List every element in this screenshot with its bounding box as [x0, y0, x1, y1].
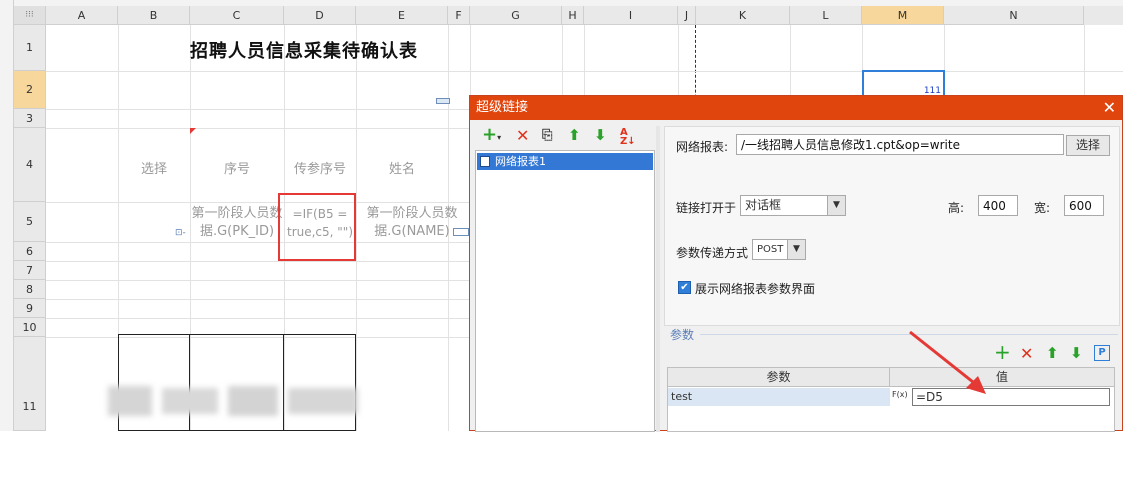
show-params-label[interactable]: 展示网络报表参数界面: [695, 280, 815, 297]
col-header-f[interactable]: F: [448, 6, 470, 25]
col-header-b[interactable]: B: [118, 6, 190, 25]
row-header-7[interactable]: 7: [14, 261, 46, 280]
cell-widget-icon: [436, 98, 450, 104]
row-header-6[interactable]: 6: [14, 242, 46, 261]
param-header-name[interactable]: 参数: [668, 368, 890, 387]
height-label: 高:: [948, 201, 965, 215]
header-select[interactable]: 选择: [118, 158, 190, 177]
open-in-select[interactable]: 对话框 ▼: [740, 195, 846, 216]
param-down-icon[interactable]: ⬇: [1070, 344, 1083, 362]
formula-highlight-box: [278, 193, 356, 261]
row-header-4[interactable]: 4: [14, 128, 46, 202]
link-list: 网络报表1: [475, 150, 655, 432]
row-header-3[interactable]: 3: [14, 109, 46, 128]
cell-e5-widget-icon: [453, 228, 469, 236]
link-list-item[interactable]: 网络报表1: [477, 153, 653, 170]
move-down-icon[interactable]: ⬇: [594, 126, 607, 144]
choose-button[interactable]: 选择: [1066, 135, 1110, 156]
cell-b5-widget-icon: ⊡-: [175, 228, 186, 238]
row-header-2[interactable]: 2: [14, 71, 46, 109]
row-header-10[interactable]: 10: [14, 318, 46, 337]
chevron-down-icon[interactable]: ▼: [827, 196, 845, 215]
delete-param-icon[interactable]: ✕: [1020, 344, 1033, 363]
cell-e5[interactable]: 第一阶段人员数据.G(NAME): [356, 205, 468, 241]
method-label: 参数传递方式: [676, 246, 749, 260]
blurred-content: [108, 382, 360, 418]
row-header-1[interactable]: 1: [14, 25, 46, 71]
dialog-title: 超级链接: [476, 100, 529, 115]
method-value: POST: [757, 244, 784, 255]
col-header-i[interactable]: I: [584, 6, 678, 25]
row-header-5[interactable]: 5: [14, 202, 46, 242]
chevron-down-icon[interactable]: ▼: [787, 240, 805, 259]
open-in-label: 链接打开于: [676, 201, 737, 215]
hyperlink-dialog: 超级链接 ✕ +▾ ✕ ⎘ ⬆ ⬇ A Z↓ 网络报表1 网络报表: /一线招聘人…: [469, 95, 1123, 432]
sheet-corner[interactable]: ⁝⁝⁝: [14, 6, 46, 25]
col-header-h[interactable]: H: [562, 6, 584, 25]
cell-c5[interactable]: 第一阶段人员数据.G(PK_ID): [188, 205, 286, 241]
col-header-c[interactable]: C: [190, 6, 284, 25]
left-edge-panel: [0, 0, 14, 431]
report-path-input[interactable]: /一线招聘人员信息修改1.cpt&op=write: [736, 134, 1064, 155]
method-select[interactable]: POST ▼: [752, 239, 806, 260]
col-header-n[interactable]: N: [944, 6, 1084, 25]
cell-m2[interactable]: 111: [862, 70, 945, 98]
col-header-l[interactable]: L: [790, 6, 862, 25]
delete-icon[interactable]: ✕: [516, 126, 529, 145]
param-name-cell[interactable]: test: [668, 388, 890, 406]
col-header-j[interactable]: J: [678, 6, 696, 25]
add-icon[interactable]: +▾: [482, 124, 501, 145]
move-up-icon[interactable]: ⬆: [568, 126, 581, 144]
width-label: 宽:: [1034, 201, 1051, 215]
row-header-11[interactable]: 11: [14, 337, 46, 431]
col-header-g[interactable]: G: [470, 6, 562, 25]
width-input[interactable]: 600: [1064, 195, 1104, 216]
link-list-item-label: 网络报表1: [495, 155, 546, 168]
header-seq[interactable]: 序号: [190, 158, 284, 177]
params-section-title: 参数: [670, 328, 695, 342]
cell-corner-marker: [190, 128, 196, 134]
height-input[interactable]: 400: [978, 195, 1018, 216]
top-strip: [14, 0, 1123, 6]
close-icon[interactable]: ✕: [1103, 96, 1116, 120]
col-header-a[interactable]: A: [46, 6, 118, 25]
sheet-scrollbar[interactable]: [1084, 6, 1123, 25]
dialog-title-bar[interactable]: 超级链接 ✕: [470, 96, 1122, 120]
col-header-e[interactable]: E: [356, 6, 448, 25]
row-header-8[interactable]: 8: [14, 280, 46, 299]
show-params-checkbox[interactable]: ✔: [678, 281, 691, 294]
copy-icon[interactable]: ⎘: [542, 128, 552, 143]
annotation-arrow: [909, 330, 986, 394]
header-name[interactable]: 姓名: [356, 158, 448, 177]
col-header-m[interactable]: M: [862, 6, 944, 25]
sort-icon[interactable]: A Z↓: [620, 128, 636, 147]
report-icon: [480, 156, 490, 167]
panel-divider[interactable]: [656, 126, 660, 432]
open-in-value: 对话框: [745, 198, 782, 212]
row-header-9[interactable]: 9: [14, 299, 46, 318]
header-param-seq[interactable]: 传参序号: [284, 158, 356, 177]
col-header-k[interactable]: K: [696, 6, 790, 25]
report-label: 网络报表:: [676, 140, 729, 154]
col-header-d[interactable]: D: [284, 6, 356, 25]
param-dialog-icon[interactable]: P: [1094, 345, 1110, 361]
param-up-icon[interactable]: ⬆: [1046, 344, 1059, 362]
sheet-title[interactable]: 招聘人员信息采集待确认表: [190, 37, 418, 63]
